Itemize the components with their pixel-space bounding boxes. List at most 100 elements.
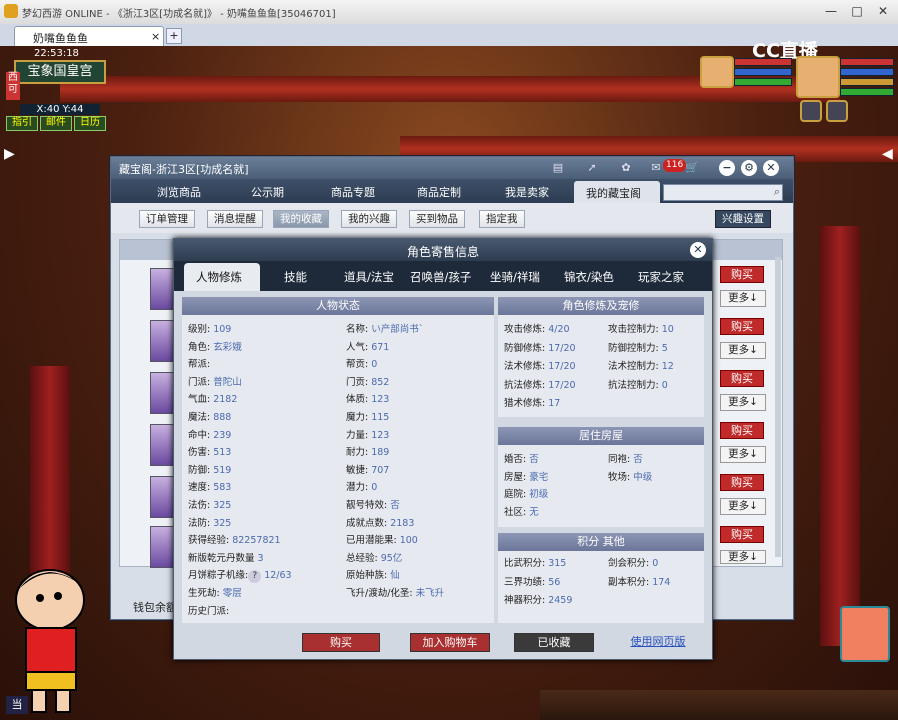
buy-button[interactable]: 购买	[720, 422, 764, 439]
subnav-orders[interactable]: 订单管理	[139, 210, 195, 228]
maximize-button[interactable]: □	[844, 2, 870, 20]
attr-label: 敏捷:	[346, 464, 369, 476]
minimize-icon[interactable]: −	[719, 160, 735, 176]
coordinates: X:40 Y:44	[20, 104, 100, 115]
interest-settings-button[interactable]: 兴趣设置	[715, 210, 771, 228]
bottom-toolbar[interactable]	[540, 690, 898, 720]
stat-value: 玄彩娥	[210, 341, 242, 353]
buy-button[interactable]: 购买	[720, 526, 764, 543]
nav-topics[interactable]: 商品专题	[331, 184, 375, 200]
more-button[interactable]: 更多↓	[720, 550, 766, 564]
close-window-button[interactable]: ✕	[870, 2, 896, 20]
more-button[interactable]: 更多↓	[720, 498, 766, 515]
more-button[interactable]: 更多↓	[720, 342, 766, 359]
cultcol-row: 抗法修炼: 17/20	[504, 377, 576, 391]
calendar-button[interactable]: 日历	[74, 116, 106, 131]
tab-home[interactable]: 玩家之家	[638, 269, 684, 285]
minimize-button[interactable]: —	[818, 2, 844, 20]
subnav-favorites[interactable]: 我的收藏	[273, 210, 329, 228]
tab-outfits[interactable]: 锦衣/染色	[564, 269, 614, 285]
attr-row: 飞升/渡劫/化圣: 未飞升	[346, 585, 444, 599]
stat-row: 法伤: 325	[188, 497, 231, 511]
west-button[interactable]: 西可	[6, 72, 20, 100]
cultcol-row: 猎术修炼: 17	[504, 395, 560, 409]
ptcol-label: 比武积分:	[504, 558, 546, 569]
settings-icon[interactable]	[826, 100, 848, 122]
tab-game[interactable]: 奶嘴鱼鱼鱼 ×	[14, 26, 164, 46]
web-version-link[interactable]: 使用网页版	[622, 633, 694, 650]
buy-button[interactable]: 购买	[720, 266, 764, 283]
more-button[interactable]: 更多↓	[720, 290, 766, 307]
tab-close-icon[interactable]: ×	[151, 30, 160, 43]
cultcol2-value: 5	[658, 342, 668, 354]
close-market-icon[interactable]: ✕	[763, 160, 779, 176]
search-input[interactable]: ⌕	[663, 184, 783, 201]
collected-button[interactable]: 已收藏	[514, 633, 594, 652]
cultcol2-row: 抗法控制力: 0	[608, 377, 668, 391]
character-portrait-button[interactable]	[840, 606, 890, 662]
nav-browse[interactable]: 浏览商品	[157, 184, 201, 200]
phone-icon[interactable]: ▤	[551, 161, 565, 175]
subnav-interests[interactable]: 我的兴趣	[341, 210, 397, 228]
subnav-assigned[interactable]: 指定我	[479, 210, 525, 228]
nav-seller[interactable]: 我是卖家	[505, 184, 549, 200]
residence-header: 居住房屋	[498, 427, 704, 445]
help-icon[interactable]: ?	[248, 570, 262, 584]
stat-value: 12/63	[261, 570, 292, 582]
search-icon[interactable]: ⌕	[774, 185, 780, 199]
stat-row: 防御: 519	[188, 462, 231, 476]
attr-row: 体质: 123	[346, 391, 389, 405]
attr-value: 115	[368, 412, 390, 423]
gift-icon[interactable]: ✿	[619, 161, 633, 175]
buy-button[interactable]: 购买	[720, 318, 764, 335]
pin-icon[interactable]: ➚	[585, 161, 599, 175]
right-arrow-icon[interactable]: ◀	[882, 146, 893, 162]
list-scrollbar[interactable]	[775, 257, 781, 557]
map-buttons: 指引 邮件 日历	[6, 116, 106, 131]
attr-label: 门贡:	[346, 376, 369, 388]
more-button[interactable]: 更多↓	[720, 394, 766, 411]
new-tab-button[interactable]: +	[166, 28, 182, 44]
buy-button[interactable]: 购买	[302, 633, 380, 652]
tab-mounts[interactable]: 坐骑/祥瑞	[490, 269, 540, 285]
tab-items[interactable]: 道具/法宝	[344, 269, 394, 285]
skill-icon[interactable]	[800, 100, 822, 122]
buy-button[interactable]: 购买	[720, 474, 764, 491]
tab-skills[interactable]: 技能	[284, 269, 307, 285]
tab-character-cultivation[interactable]: 人物修炼	[184, 263, 260, 291]
minimap[interactable]: 22:53:18 宝象国皇宫 西可 X:40 Y:44 指引 邮件 日历	[6, 48, 106, 131]
buy-button[interactable]: 购买	[720, 370, 764, 387]
more-button[interactable]: 更多↓	[720, 446, 766, 463]
nav-my-pavilion[interactable]: 我的藏宝阁	[574, 181, 660, 203]
guide-button[interactable]: 指引	[6, 116, 38, 131]
residence-panel: 居住房屋 婚否: 否同袍: 否房屋: 豪宅 牧场: 中级 庭院: 初级 社区: 无	[498, 427, 704, 527]
cart-icon[interactable]: 🛒	[685, 161, 699, 175]
tab-summons[interactable]: 召唤兽/孩子	[410, 269, 471, 285]
settings-gear-icon[interactable]: ⚙	[741, 160, 757, 176]
window-titlebar: 梦幻西游 ONLINE - 《浙江3区[功成名就]》 - 奶嘴鱼鱼鱼[35046…	[0, 0, 898, 25]
red-pillar	[820, 226, 860, 646]
nav-custom[interactable]: 商品定制	[417, 184, 461, 200]
message-icon[interactable]: ✉	[649, 161, 663, 175]
player-hp-bar	[840, 58, 894, 66]
mail-button[interactable]: 邮件	[40, 116, 72, 131]
stat-label: 获得经验:	[188, 535, 230, 547]
left-arrow-icon[interactable]: ▶	[4, 146, 15, 162]
pet-avatar[interactable]	[700, 56, 734, 88]
attr-value: 707	[368, 464, 390, 476]
rescol-row: 社区: 无	[504, 504, 539, 518]
add-to-cart-button[interactable]: 加入购物车	[410, 633, 490, 652]
attr-row: 敏捷: 707	[346, 462, 389, 476]
close-detail-icon[interactable]: ✕	[690, 242, 706, 258]
player-mp-bar	[840, 68, 894, 76]
stat-value: 239	[210, 429, 232, 441]
ptcol2-value: 0	[649, 558, 659, 569]
stat-row: 伤害: 513	[188, 444, 231, 458]
attr-value: い产部尚书`	[368, 324, 424, 335]
cart-count-badge: 116	[663, 159, 687, 172]
nav-public[interactable]: 公示期	[251, 184, 284, 200]
attr-label: 帮贡:	[346, 359, 369, 371]
subnav-bought[interactable]: 买到物品	[409, 210, 465, 228]
subnav-messages[interactable]: 消息提醒	[207, 210, 263, 228]
player-avatar[interactable]	[796, 56, 840, 98]
